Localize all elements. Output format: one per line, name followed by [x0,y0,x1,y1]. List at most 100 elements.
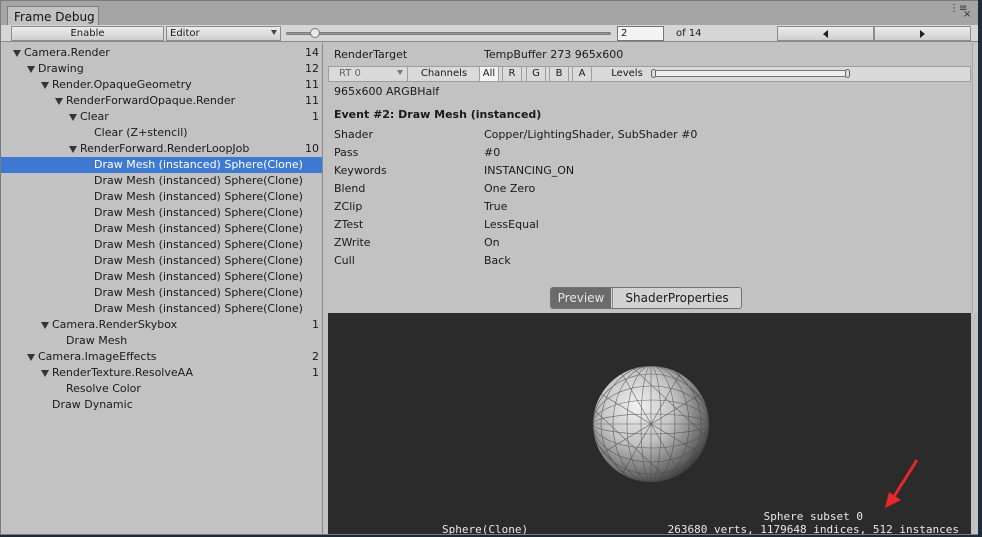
tree-row[interactable]: Resolve Color [1,381,322,397]
tab-preview[interactable]: Preview [551,288,611,308]
expand-arrow-icon[interactable] [41,322,49,329]
tree-row-label: RenderForward.RenderLoopJob [80,142,250,155]
tree-row-label: Draw Mesh (instanced) Sphere(Clone) [94,270,303,283]
tree-row-label: Draw Mesh (instanced) Sphere(Clone) [94,222,303,235]
frame-number-value: 2 [621,28,628,39]
levels-label: Levels [611,68,643,79]
channel-button-a[interactable]: A [572,67,592,81]
tree-row[interactable]: RenderForward.RenderLoopJob 10 [1,141,322,157]
previous-frame-button[interactable] [777,26,874,41]
frame-debug-window: Frame Debug ⋮≡ × Enable Editor 2 of 14 C… [0,0,980,535]
tree-row-label: Draw Mesh [66,334,128,347]
property-key: Blend [334,182,366,195]
tree-row[interactable]: Draw Dynamic [1,397,322,413]
tree-row[interactable]: Clear 1 [1,109,322,125]
expand-arrow-icon[interactable] [41,370,49,377]
property-key: Keywords [334,164,387,177]
tree-row-count: 2 [312,350,319,363]
tree-row-count: 11 [305,78,319,91]
enable-button[interactable]: Enable [11,26,164,41]
channel-button-b[interactable]: B [549,67,569,81]
render-target-label: RenderTarget [334,48,408,61]
mesh-preview[interactable]: Sphere subset 0 Sphere(Clone) 263680 ver… [328,313,971,535]
tree-row-label: Camera.RenderSkybox [52,318,178,331]
next-frame-button[interactable] [874,26,971,41]
tree-row-label: Draw Dynamic [52,398,133,411]
details-panel: RenderTarget TempBuffer 273 965x600 RT 0… [324,43,979,535]
tree-row-count: 1 [312,318,319,331]
frame-slider-thumb[interactable] [309,28,320,38]
tree-row[interactable]: Camera.ImageEffects 2 [1,349,322,365]
property-key: Cull [334,254,355,267]
tree-row-label: Camera.Render [24,46,110,59]
levels-slider[interactable] [651,69,850,78]
levels-min-handle[interactable] [651,69,656,78]
frame-slider[interactable] [286,28,611,38]
tree-row[interactable]: Draw Mesh (instanced) Sphere(Clone) [1,285,322,301]
tab-frame-debug[interactable]: Frame Debug [7,6,99,25]
target-dropdown-value: Editor [170,28,200,39]
property-key: Shader [334,128,373,141]
tab-title: Frame Debug [14,10,95,24]
expand-arrow-icon[interactable] [55,98,63,105]
tree-row[interactable]: RenderTexture.ResolveAA 1 [1,365,322,381]
tree-row[interactable]: Drawing 12 [1,61,322,77]
tree-row[interactable]: Camera.Render 14 [1,45,322,61]
tree-row-label: Draw Mesh (instanced) Sphere(Clone) [94,158,303,171]
event-tree: Camera.Render 14 Drawing 12 Render.OpaqueGeo… [1,43,323,534]
target-dropdown[interactable]: Editor [166,26,281,41]
expand-arrow-icon[interactable] [69,114,77,121]
tree-row[interactable]: Draw Mesh (instanced) Sphere(Clone) [1,253,322,269]
tree-row[interactable]: Draw Mesh (instanced) Sphere(Clone) [1,301,322,317]
preview-object-name: Sphere(Clone) [442,523,529,535]
property-value: Back [484,254,511,267]
arrow-left-icon [823,30,828,38]
desktop-background [978,0,982,537]
chevron-down-icon [271,30,277,35]
tree-row[interactable]: Draw Mesh (instanced) Sphere(Clone) [1,173,322,189]
tree-row-count: 10 [305,142,319,155]
frame-total-label: of 14 [676,28,702,39]
tree-row-label: RenderForwardOpaque.Render [66,94,236,107]
channel-button-g[interactable]: G [526,67,546,81]
tree-row[interactable]: Draw Mesh (instanced) Sphere(Clone) [1,269,322,285]
tree-row[interactable]: Draw Mesh (instanced) Sphere(Clone) [1,221,322,237]
tree-row[interactable]: Draw Mesh (instanced) Sphere(Clone) [1,237,322,253]
toolbar: Enable Editor 2 of 14 [1,25,979,42]
tree-row[interactable]: Render.OpaqueGeometry 11 [1,77,322,93]
tree-row-label: Render.OpaqueGeometry [52,78,192,91]
property-key: ZClip [334,200,363,213]
tree-row[interactable]: Clear (Z+stencil) [1,125,322,141]
tree-row-label: RenderTexture.ResolveAA [52,366,193,379]
tree-row-selected[interactable]: Draw Mesh (instanced) Sphere(Clone) [1,157,322,173]
expand-arrow-icon[interactable] [27,354,35,361]
levels-max-handle[interactable] [845,69,850,78]
close-icon[interactable]: × [963,9,971,20]
frame-number-input[interactable]: 2 [617,26,664,41]
tree-row-count: 12 [305,62,319,75]
tree-row-count: 11 [305,94,319,107]
property-key: ZTest [334,218,364,231]
expand-arrow-icon[interactable] [27,66,35,73]
property-value: Copper/LightingShader, SubShader #0 [484,128,698,141]
expand-arrow-icon[interactable] [41,82,49,89]
preview-mode-tabs: Preview ShaderProperties [550,287,742,309]
property-value: True [484,200,508,213]
channels-label: Channels [420,68,468,79]
tree-row[interactable]: Camera.RenderSkybox 1 [1,317,322,333]
tab-shader-properties[interactable]: ShaderProperties [612,288,741,308]
tree-row[interactable]: RenderForwardOpaque.Render 11 [1,93,322,109]
tree-row[interactable]: Draw Mesh [1,333,322,349]
tree-row-label: Clear [80,110,109,123]
tab-bar: Frame Debug ⋮≡ × [1,1,979,25]
rt-dropdown-value: RT 0 [339,68,361,79]
property-value: One Zero [484,182,536,195]
rt-dropdown[interactable]: RT 0 [331,67,408,81]
tree-row[interactable]: Draw Mesh (instanced) Sphere(Clone) [1,189,322,205]
channel-button-r[interactable]: R [502,67,522,81]
expand-arrow-icon[interactable] [69,146,77,153]
channel-button-all[interactable]: All [479,67,499,81]
texture-format: 965x600 ARGBHalf [334,85,440,98]
tree-row[interactable]: Draw Mesh (instanced) Sphere(Clone) [1,205,322,221]
expand-arrow-icon[interactable] [13,50,21,57]
